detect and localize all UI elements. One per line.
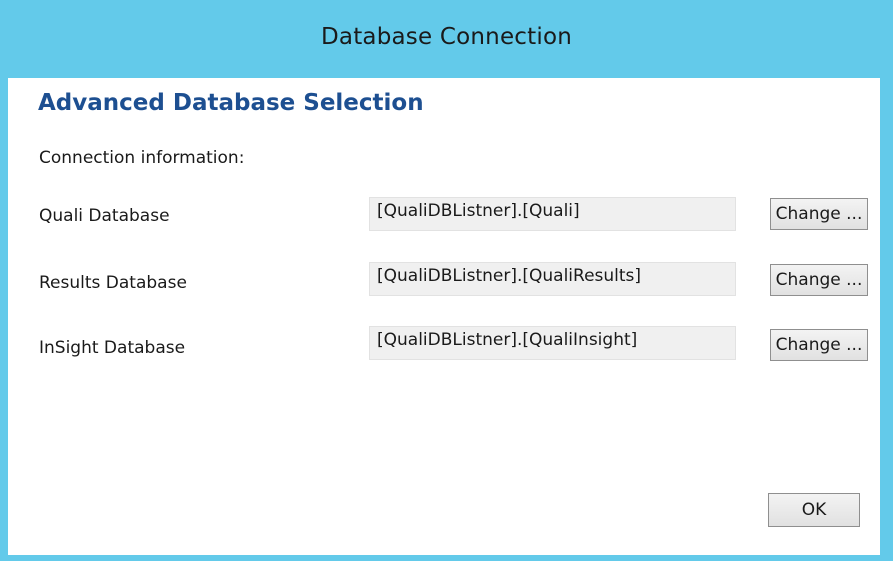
insight-database-label: InSight Database [39,338,186,358]
change-quali-database-button[interactable]: Change ... [770,198,868,230]
change-insight-database-button[interactable]: Change ... [770,329,868,361]
database-connection-window: Database Connection Advanced Database Se… [0,0,893,561]
section-heading: Advanced Database Selection [38,90,424,116]
quali-database-value: [QualiDBListner].[Quali] [369,197,736,231]
quali-database-label: Quali Database [39,206,170,226]
insight-database-value: [QualiDBListner].[QualiInsight] [369,326,736,360]
connection-info-label: Connection information: [39,148,245,168]
results-database-label: Results Database [39,273,187,293]
title-bar[interactable]: Database Connection [0,0,893,78]
window-title: Database Connection [321,24,572,50]
dialog-content: Advanced Database Selection Connection i… [8,78,880,555]
change-results-database-button[interactable]: Change ... [770,264,868,296]
ok-button[interactable]: OK [768,493,860,527]
results-database-value: [QualiDBListner].[QualiResults] [369,262,736,296]
